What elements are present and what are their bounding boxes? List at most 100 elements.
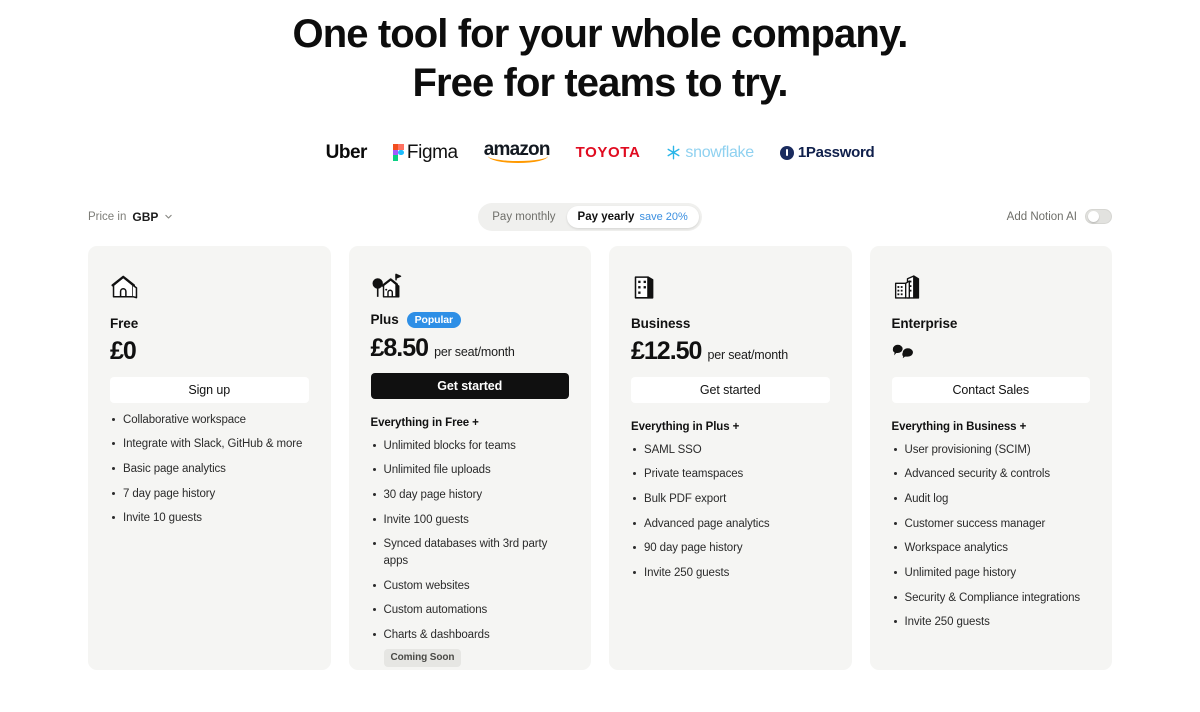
logo-toyota-text: TOYOTA	[575, 144, 641, 162]
plan-price-unit-business: per seat/month	[707, 347, 789, 362]
plan-price-free: £0	[110, 336, 137, 365]
feature-heading-enterprise: Everything in Business +	[891, 420, 1027, 433]
list-item: Synced databases with 3rd party apps	[371, 536, 570, 569]
list-item: Charts & dashboards Coming Soon	[371, 627, 570, 668]
popular-badge: Popular	[406, 311, 462, 328]
plan-name-row-enterprise: Enterprise	[892, 316, 1091, 331]
currency-selector[interactable]: Price in GBP	[88, 210, 173, 224]
logo-1password-text: 1Password	[797, 144, 875, 162]
plan-name-enterprise: Enterprise	[891, 315, 958, 331]
pricing-card-enterprise: Enterprise Contact Sales Everything in B…	[869, 245, 1112, 670]
list-item: Invite 250 guests	[631, 565, 830, 582]
office-icon	[631, 272, 830, 306]
logo-uber-text: Uber	[325, 141, 368, 163]
list-item: 90 day page history	[631, 540, 830, 557]
list-item: Integrate with Slack, GitHub & more	[110, 436, 309, 453]
list-item: Audit log	[892, 491, 1091, 508]
plan-price-unit-plus: per seat/month	[434, 344, 515, 359]
feature-heading-plus: Everything in Free +	[370, 416, 479, 429]
plan-name-row-plus: Plus Popular	[370, 311, 570, 328]
plan-name-plus: Plus	[370, 312, 399, 328]
plan-name-free: Free	[110, 315, 139, 331]
list-item: Collaborative workspace	[110, 412, 309, 429]
customer-logo-strip: Uber Figma amazon TOYOTA snowflake 1Pass…	[0, 136, 1200, 170]
list-item: 7 day page history	[110, 486, 309, 503]
list-item: Invite 10 guests	[110, 510, 309, 527]
add-notion-ai-label: Add Notion AI	[1006, 210, 1077, 223]
logo-amazon: amazon	[484, 139, 550, 164]
onepassword-mark-icon	[779, 145, 794, 160]
list-item: Advanced page analytics	[631, 516, 830, 533]
headline-line-1: One tool for your whole company.	[292, 12, 909, 56]
coming-soon-tag: Coming Soon	[383, 648, 462, 668]
list-item: Custom automations	[371, 602, 570, 619]
list-item: Private teamspaces	[631, 466, 830, 483]
logo-uber: Uber	[325, 141, 368, 164]
amazon-smile-icon	[487, 156, 548, 163]
add-notion-ai-control[interactable]: Add Notion AI	[1006, 209, 1112, 225]
figma-mark-icon	[392, 144, 404, 161]
list-item: Basic page analytics	[110, 461, 309, 478]
plan-name-row-free: Free	[110, 316, 309, 331]
feature-heading-business: Everything in Plus +	[631, 420, 740, 433]
list-item: SAML SSO	[631, 442, 830, 459]
logo-toyota: TOYOTA	[576, 142, 641, 164]
pricing-controls: Price in GBP Pay monthly Pay yearly save…	[0, 202, 1200, 232]
logo-1password: 1Password	[779, 142, 875, 164]
logo-figma: Figma	[392, 141, 458, 164]
list-item: Bulk PDF export	[631, 491, 830, 508]
get-started-button-plus[interactable]: Get started	[370, 372, 569, 399]
plan-price-business: £12.50	[631, 336, 702, 365]
logo-figma-text: Figma	[406, 141, 458, 163]
plan-price-row-plus: £8.50 per seat/month	[371, 334, 570, 363]
billing-save-badge: save 20%	[639, 210, 688, 223]
snowflake-mark-icon	[666, 145, 681, 160]
pricing-card-plus: Plus Popular £8.50 per seat/month Get st…	[348, 245, 591, 670]
headline-line-2: Free for teams to try.	[412, 60, 788, 105]
billing-period-toggle[interactable]: Pay monthly Pay yearly save 20%	[478, 202, 702, 231]
plan-name-business: Business	[631, 315, 691, 331]
list-item: Customer success manager	[892, 516, 1091, 533]
plan-name-row-business: Business	[631, 316, 830, 331]
billing-option-monthly[interactable]: Pay monthly	[481, 206, 566, 228]
list-item: Unlimited page history	[892, 565, 1091, 582]
billing-option-yearly[interactable]: Pay yearly save 20%	[566, 205, 699, 228]
feature-list-free: Collaborative workspace Integrate with S…	[110, 412, 309, 535]
logo-snowflake-text: snowflake	[685, 143, 754, 161]
currency-value: GBP	[132, 209, 159, 224]
list-item: Workspace analytics	[892, 540, 1091, 557]
list-item: Invite 100 guests	[371, 512, 570, 529]
list-item: Custom websites	[371, 578, 570, 595]
house-icon	[110, 272, 309, 306]
pricing-card-free: Free £0 Sign up Collaborative workspace …	[88, 245, 331, 670]
list-item: 30 day page history	[371, 487, 570, 504]
billing-yearly-label: Pay yearly	[577, 210, 635, 223]
list-item: Unlimited file uploads	[371, 462, 570, 479]
contact-sales-button[interactable]: Contact Sales	[891, 376, 1090, 403]
plan-price-row-business: £12.50 per seat/month	[631, 337, 830, 367]
list-item: Invite 250 guests	[892, 614, 1091, 631]
logo-snowflake: snowflake	[666, 142, 754, 164]
page-title: One tool for your whole company. Free fo…	[0, 0, 1200, 108]
add-notion-ai-toggle[interactable]	[1085, 209, 1112, 225]
feature-list-plus: Unlimited blocks for teams Unlimited fil…	[371, 438, 570, 676]
plan-price-row-free: £0	[110, 337, 309, 367]
list-item: Unlimited blocks for teams	[371, 438, 570, 455]
list-item: Advanced security & controls	[892, 466, 1091, 483]
chevron-down-icon	[164, 212, 173, 221]
list-item-text: Charts & dashboards	[383, 628, 490, 641]
house-tree-icon	[371, 272, 570, 302]
feature-list-business: SAML SSO Private teamspaces Bulk PDF exp…	[631, 442, 830, 590]
list-item: User provisioning (SCIM)	[892, 442, 1091, 459]
signup-button[interactable]: Sign up	[110, 376, 309, 403]
pricing-cards: Free £0 Sign up Collaborative workspace …	[0, 245, 1200, 670]
plan-price-plus: £8.50	[370, 333, 430, 362]
pricing-card-business: Business £12.50 per seat/month Get start…	[609, 245, 852, 670]
speech-bubbles-icon	[892, 337, 1091, 367]
list-item: Security & Compliance integrations	[892, 590, 1091, 607]
billing-monthly-label: Pay monthly	[492, 210, 556, 223]
get-started-button-business[interactable]: Get started	[631, 376, 830, 403]
buildings-icon	[892, 272, 1091, 306]
feature-list-enterprise: User provisioning (SCIM) Advanced securi…	[892, 442, 1091, 639]
price-in-label: Price in	[88, 210, 127, 223]
